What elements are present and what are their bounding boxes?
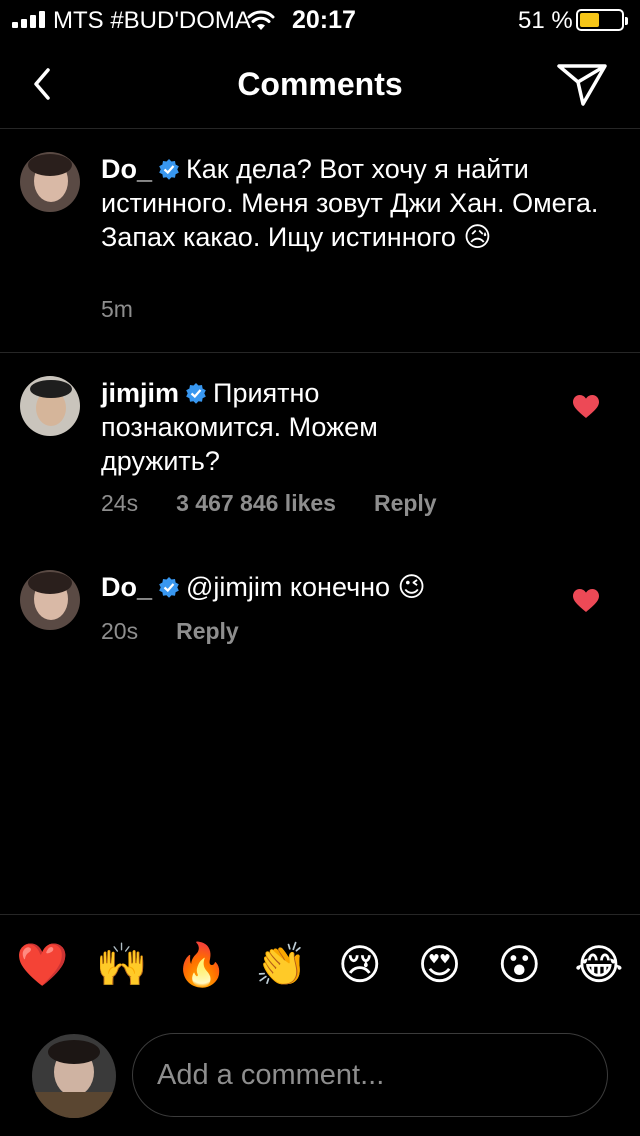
comment-body: Do_ Как дела? Вот хочу я найти истинного.…: [101, 152, 601, 254]
quick-emoji-bar: ❤️ 🙌 🔥 👏 😢 😍 😮 😂: [0, 940, 640, 996]
comment-time: 5m: [101, 296, 133, 322]
comment-time: 24s: [101, 490, 139, 516]
battery-icon: [576, 9, 628, 31]
reply-button[interactable]: Reply: [176, 618, 239, 645]
avatar[interactable]: [20, 376, 80, 436]
signal-icon: [12, 11, 45, 28]
emoji-fire-button[interactable]: 🔥: [175, 940, 227, 990]
emoji-raised-hands-button[interactable]: 🙌: [96, 940, 148, 990]
comment-time: 20s: [101, 618, 139, 644]
likes-count[interactable]: 3 467 846 likes: [176, 490, 336, 517]
comment-input[interactable]: [132, 1033, 608, 1117]
verified-badge-icon: [159, 159, 179, 180]
heart-icon[interactable]: [573, 395, 599, 419]
composer-divider: [0, 914, 640, 915]
comment-meta: 20s Reply: [101, 618, 239, 645]
status-bar: MTS #BUD'DOMA 20:17 51 %: [0, 0, 640, 40]
header-divider: [0, 128, 640, 129]
comment-text: @jimjim конечно 😉: [186, 572, 426, 602]
page-title: Comments: [237, 66, 403, 102]
comments-screen: MTS #BUD'DOMA 20:17 51 % Comments Do_ Как…: [0, 0, 640, 1136]
carrier-name: MTS #BUD'DOMA: [53, 7, 251, 34]
emoji-heart-button[interactable]: ❤️: [16, 940, 68, 990]
header: Comments: [0, 40, 640, 128]
emoji-clap-button[interactable]: 👏: [255, 940, 307, 990]
comment-meta: 5m: [101, 296, 133, 323]
emoji-heart-eyes-button[interactable]: 😍: [415, 940, 465, 990]
comment-meta: 24s 3 467 846 likes Reply: [101, 490, 437, 517]
reply-button[interactable]: Reply: [374, 490, 437, 517]
verified-badge-icon: [159, 577, 179, 598]
comment-username[interactable]: jimjim: [101, 378, 179, 408]
verified-badge-icon: [186, 383, 206, 404]
wifi-icon: [247, 10, 275, 30]
comment-username[interactable]: Do_: [101, 154, 152, 184]
clock: 20:17: [292, 6, 356, 34]
emoji-crying-button[interactable]: 😢: [335, 940, 385, 990]
caption-divider: [0, 352, 640, 353]
avatar[interactable]: [20, 152, 80, 212]
comment-username[interactable]: Do_: [101, 572, 152, 602]
emoji-laughing-button[interactable]: 😂: [574, 940, 624, 990]
comment-body: jimjim Приятно познакомится. Можем дружит…: [101, 376, 431, 478]
send-icon[interactable]: [556, 60, 608, 108]
battery-percent: 51 %: [518, 7, 573, 34]
avatar[interactable]: [20, 570, 80, 630]
heart-icon[interactable]: [573, 589, 599, 613]
my-avatar: [32, 1034, 116, 1118]
comment-body: Do_ @jimjim конечно 😉: [101, 570, 561, 604]
emoji-surprised-button[interactable]: 😮: [494, 940, 544, 990]
